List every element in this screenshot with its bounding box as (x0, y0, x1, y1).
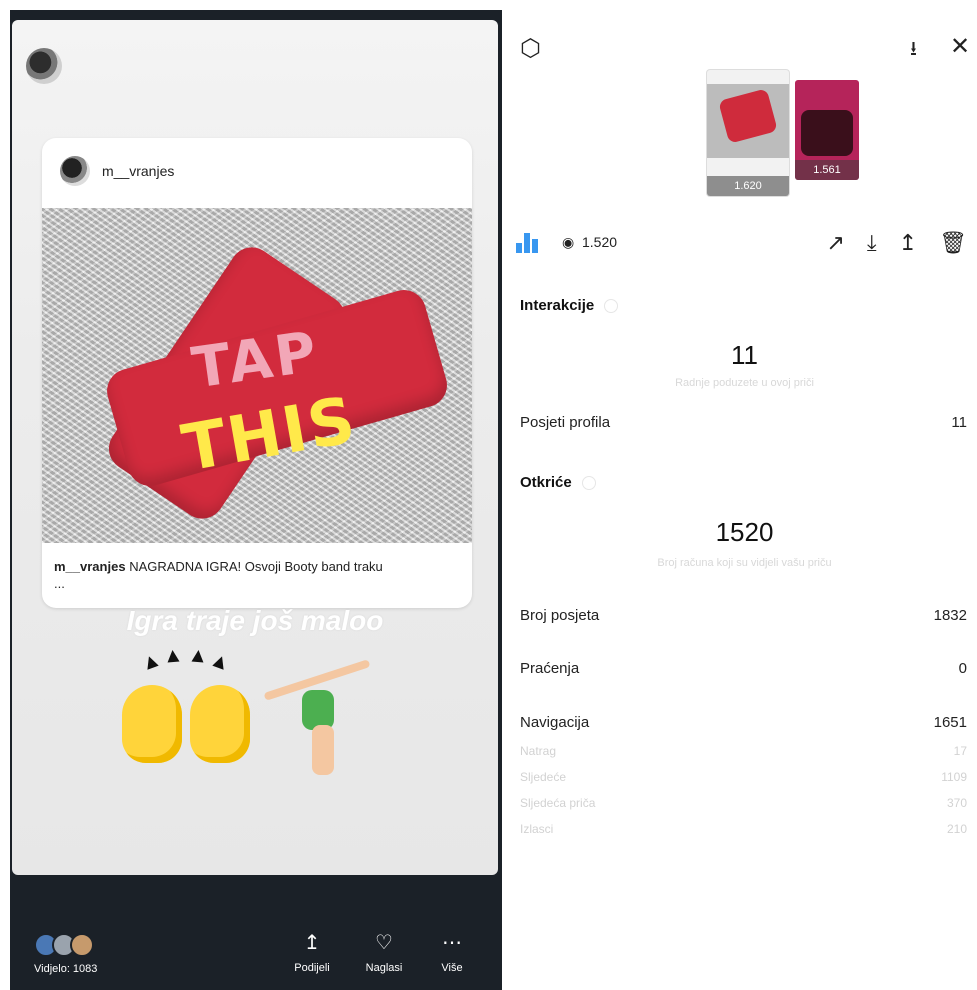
post-caption: m__vranjes NAGRADNA IGRA! Osvoji Booty b… (54, 558, 464, 592)
caption-text: NAGRADNA IGRA! Osvoji Booty band traku (129, 559, 383, 574)
nav-breakdown-row: Sljedeća priča 370 (520, 796, 967, 814)
download-icon[interactable]: ⤓ (867, 230, 877, 256)
bar-chart-icon[interactable] (516, 231, 538, 253)
post-image: TAP THIS (42, 208, 472, 543)
highlight-label: Naglasi (365, 962, 403, 974)
thumbnail-view-count: 1.620 (707, 176, 789, 196)
visits-value: 1832 (933, 607, 967, 624)
sparkle-icon (212, 654, 228, 670)
story-avatar[interactable] (26, 48, 62, 84)
share-button[interactable]: ↥ Podijeli (282, 930, 342, 974)
profile-visits-label: Posjeti profila (520, 414, 611, 431)
navigation-label: Navigacija (520, 714, 590, 731)
nav-breakdown-label: Sljedeće (520, 770, 567, 784)
more-label: Više (441, 962, 463, 974)
profile-visits-row: Posjeti profila 11 (520, 414, 967, 436)
profile-visits-value: 11 (951, 414, 967, 431)
raised-hand-icon (190, 685, 250, 763)
gear-icon[interactable]: ⬡ (520, 37, 541, 61)
follows-label: Praćenja (520, 660, 580, 677)
more-button[interactable]: ⋯ Više (422, 930, 482, 974)
share-label: Podijeli (294, 962, 330, 974)
discovery-total: 1520 (715, 517, 774, 547)
nav-breakdown-value: 17 (953, 744, 967, 758)
story-canvas[interactable]: m__vranjes TAP THIS m__vranjes NAGRADNA … (12, 20, 498, 875)
nav-breakdown-label: Izlasci (520, 822, 554, 836)
story-thumbnail[interactable]: 1.561 (795, 80, 859, 180)
gymnast-icon (302, 690, 334, 730)
insights-panel: ⬡ ⭳ ✕ 1.620 1.561 ◉ 1.520 ↗ ⤓ ↥ 🗑︎ Inter… (512, 0, 977, 990)
viewers-avatars[interactable] (34, 933, 94, 957)
sparkle-icon (191, 649, 205, 663)
info-icon[interactable] (581, 476, 596, 491)
nav-breakdown-label: Natrag (520, 744, 557, 758)
post-username: m__vranjes (102, 163, 175, 179)
discovery-subtitle: Broj računa koji su vidjeli vašu priču (657, 557, 832, 569)
raised-hand-icon (122, 685, 182, 763)
interactions-subtitle: Radnje poduzete u ovoj priči (675, 377, 814, 389)
follows-row: Praćenja 0 (520, 660, 967, 682)
story-thumbnail[interactable]: 1.620 (707, 70, 789, 196)
sparkle-icon (166, 649, 180, 663)
visits-row: Broj posjeta 1832 (520, 607, 967, 629)
discovery-title: Otkriće (520, 474, 596, 491)
nav-breakdown-row: Izlasci 210 (520, 822, 967, 840)
eye-view-count: ◉ 1.520 (562, 234, 617, 251)
navigation-value: 1651 (933, 714, 967, 731)
share-icon[interactable]: ↥ (899, 230, 917, 256)
story-viewer: m__vranjes TAP THIS m__vranjes NAGRADNA … (10, 10, 502, 990)
view-count: 1.520 (582, 234, 618, 250)
nav-breakdown-value: 370 (946, 796, 967, 810)
close-icon[interactable]: ✕ (950, 35, 970, 59)
heart-circle-icon: ♡ (375, 932, 393, 954)
trash-icon[interactable]: 🗑︎ (939, 230, 967, 256)
avatar (70, 933, 94, 957)
nav-breakdown-value: 1109 (941, 770, 967, 784)
share-icon: ↥ (303, 932, 321, 954)
caption-username: m__vranjes (54, 559, 126, 574)
story-overlay-text: Igra traje još maloo (126, 605, 384, 636)
nav-breakdown-row: Sljedeće 1109 (520, 770, 967, 788)
story-actions: ↗ ⤓ ↥ 🗑︎ (826, 230, 967, 256)
thumbnail-view-count: 1.561 (795, 160, 859, 180)
story-bottom-bar: Vidjelo: 1083 ↥ Podijeli ♡ Naglasi ⋯ Viš… (10, 875, 502, 990)
thumbnail-image (801, 110, 853, 156)
discovery-title-text: Otkriće (520, 474, 572, 491)
nav-breakdown-value: 210 (946, 822, 967, 836)
trend-icon[interactable]: ↗ (826, 230, 844, 256)
info-icon[interactable] (604, 299, 619, 314)
eye-icon: ◉ (562, 234, 575, 250)
nav-breakdown-row: Natrag 17 (520, 744, 967, 762)
post-header: m__vranjes (60, 156, 174, 186)
caption-more: ... (54, 576, 65, 591)
interactions-title-text: Interakcije (520, 297, 595, 314)
highlight-button[interactable]: ♡ Naglasi (354, 930, 414, 974)
interactions-title: Interakcije (520, 297, 619, 314)
interactions-total: 11 (731, 340, 758, 370)
gymnast-icon (312, 725, 334, 775)
nav-breakdown-label: Sljedeća priča (520, 796, 596, 810)
download-circle-icon[interactable]: ⭳ (910, 38, 917, 60)
follows-value: 0 (958, 660, 967, 677)
sparkle-icon (143, 654, 159, 670)
views-count-label[interactable]: Vidjelo: 1083 (34, 963, 97, 975)
more-icon: ⋯ (442, 932, 462, 954)
navigation-row: Navigacija 1651 (520, 714, 967, 736)
visits-label: Broj posjeta (520, 607, 600, 624)
shared-post-card[interactable]: m__vranjes TAP THIS m__vranjes NAGRADNA … (42, 138, 472, 608)
story-stats-row: ◉ 1.520 ↗ ⤓ ↥ 🗑︎ (512, 228, 977, 258)
post-avatar (60, 156, 90, 186)
